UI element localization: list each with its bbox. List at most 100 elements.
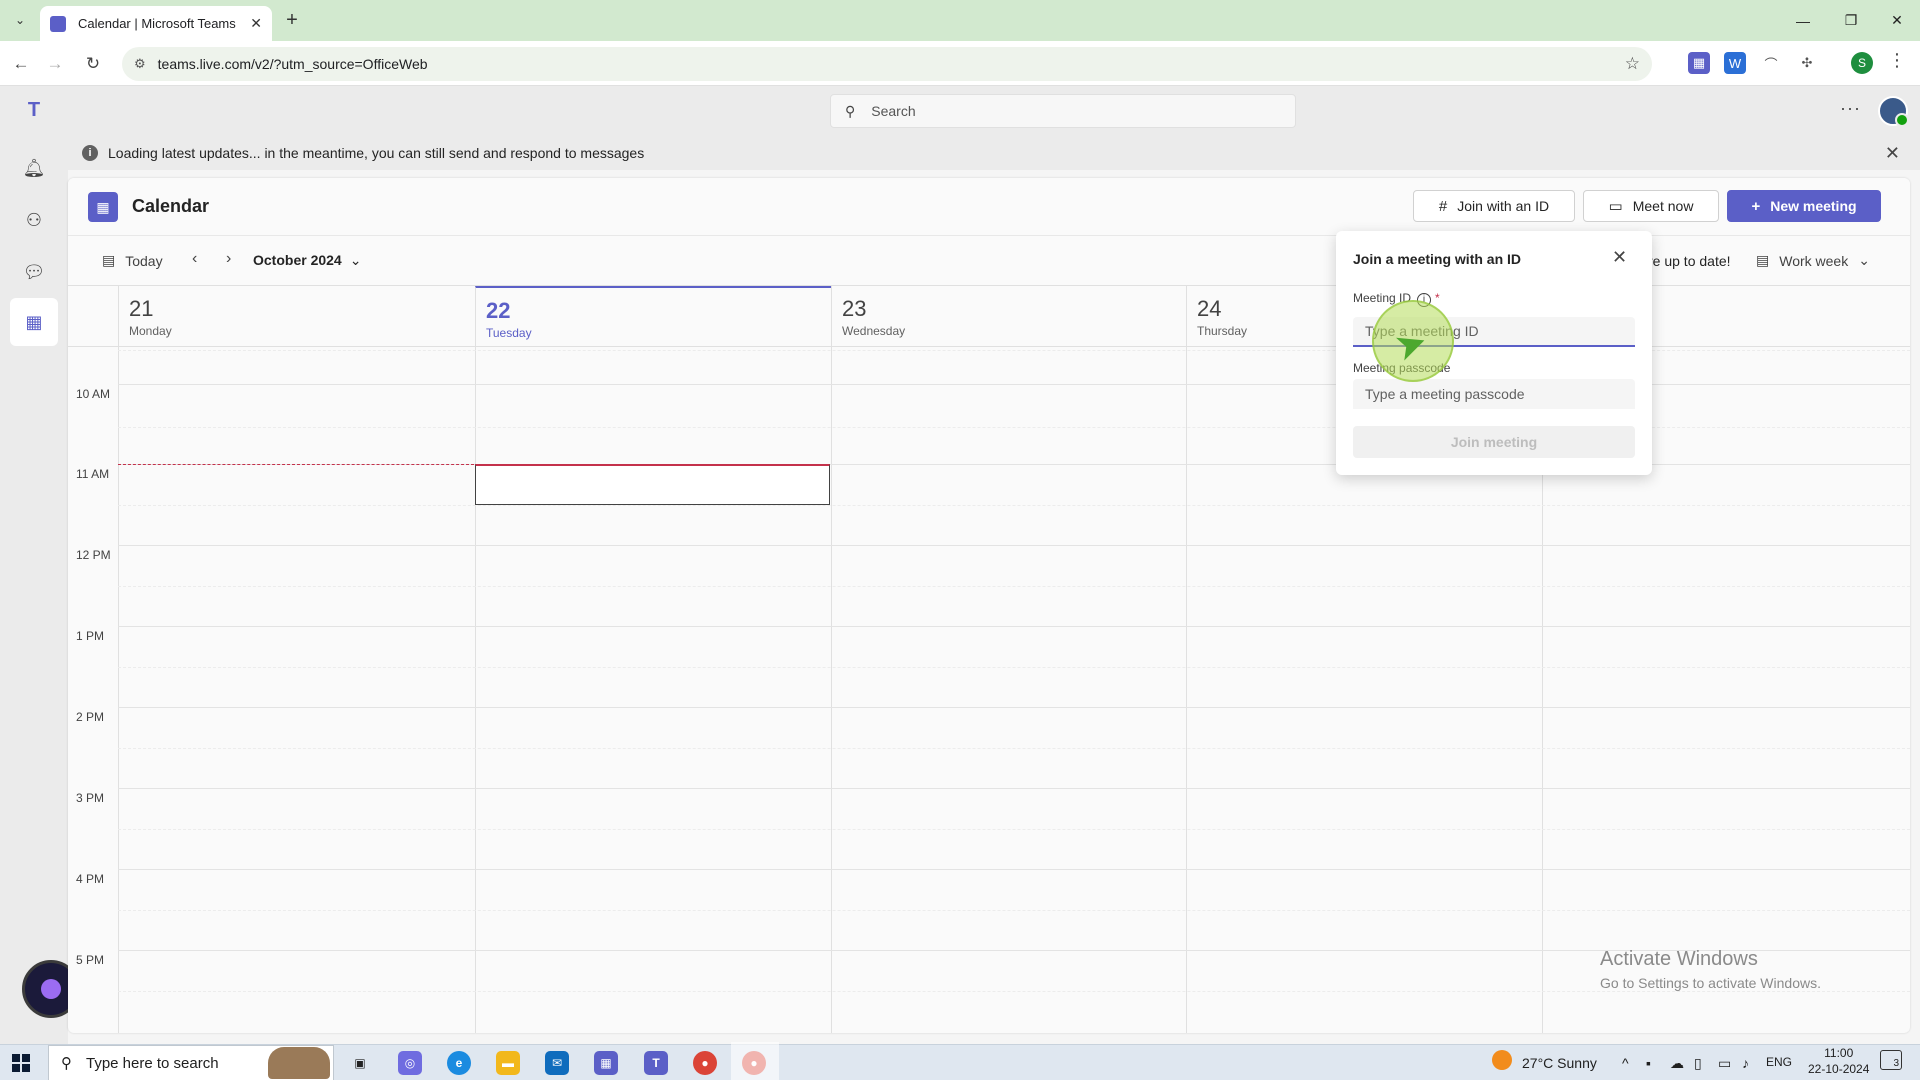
month-picker[interactable]: October 2024 ⌄ bbox=[253, 252, 361, 269]
tray-apps-icon[interactable]: ▪ bbox=[1646, 1055, 1651, 1071]
hash-icon: # bbox=[1438, 197, 1448, 215]
hour-line bbox=[118, 707, 1910, 708]
chevron-down-icon: ⌄ bbox=[1858, 252, 1870, 268]
active-app-indicator bbox=[731, 1042, 779, 1080]
view-switcher[interactable]: ▤ Work week ⌄ bbox=[1756, 252, 1870, 269]
next-week-chevron-icon[interactable]: › bbox=[226, 250, 231, 268]
half-hour-line bbox=[118, 505, 1910, 506]
join-meeting-button[interactable]: Join meeting bbox=[1353, 426, 1635, 458]
clock-time: 11:00 bbox=[1824, 1046, 1854, 1060]
popup-close-icon[interactable]: ✕ bbox=[1612, 247, 1627, 268]
teams-favicon-icon bbox=[50, 15, 66, 32]
site-settings-icon[interactable]: ⚙ bbox=[134, 56, 146, 72]
battery-icon[interactable]: ▯ bbox=[1694, 1055, 1702, 1072]
copilot-orb-icon bbox=[41, 979, 61, 999]
time-label: 12 PM bbox=[76, 548, 111, 562]
day-header-tuesday[interactable]: 22 Tuesday bbox=[475, 286, 831, 346]
edge-browser-icon[interactable]: e bbox=[447, 1051, 471, 1075]
time-label: 11 AM bbox=[76, 467, 110, 481]
banner-close-icon[interactable]: ✕ bbox=[1885, 143, 1900, 164]
search-highlight-image bbox=[268, 1047, 330, 1079]
task-view-icon[interactable]: ▣ bbox=[348, 1051, 372, 1075]
bookmark-star-icon[interactable]: ☆ bbox=[1625, 54, 1640, 74]
activity-bell-icon[interactable]: 🔔︎ bbox=[18, 152, 50, 184]
previous-week-chevron-icon[interactable]: ‹ bbox=[192, 250, 197, 268]
taskbar-clock[interactable]: 11:00 22-10-2024 bbox=[1808, 1045, 1869, 1077]
half-hour-line bbox=[118, 991, 1910, 992]
info-icon: i bbox=[82, 145, 98, 161]
weather-text[interactable]: 27°C Sunny bbox=[1522, 1055, 1597, 1071]
hour-line bbox=[118, 869, 1910, 870]
address-url[interactable]: teams.live.com/v2/?utm_source=OfficeWeb bbox=[158, 56, 428, 72]
day-name: Monday bbox=[129, 324, 172, 338]
browser-profile-avatar[interactable]: S bbox=[1851, 52, 1873, 74]
extensions-puzzle-icon[interactable]: ✣ bbox=[1796, 52, 1818, 74]
chevron-down-icon: ⌄ bbox=[349, 252, 362, 268]
column-divider bbox=[475, 347, 476, 1033]
network-icon[interactable]: ▭ bbox=[1718, 1055, 1731, 1072]
user-avatar[interactable] bbox=[1878, 96, 1909, 127]
join-with-id-button[interactable]: # Join with an ID bbox=[1413, 190, 1575, 222]
day-name: Tuesday bbox=[486, 326, 532, 340]
address-bar[interactable]: ⚙ teams.live.com/v2/?utm_source=OfficeWe… bbox=[122, 47, 1652, 81]
tray-chevron-up-icon[interactable]: ^ bbox=[1622, 1055, 1629, 1071]
tab-search-chevron-icon[interactable]: ⌄ bbox=[8, 8, 32, 32]
forward-arrow-icon[interactable]: → bbox=[42, 51, 68, 77]
extension-planner-icon[interactable]: ▦ bbox=[1688, 52, 1710, 74]
language-indicator[interactable]: ENG bbox=[1766, 1055, 1792, 1069]
day-header-monday[interactable]: 21 Monday bbox=[118, 286, 474, 346]
file-explorer-icon[interactable]: ▬ bbox=[496, 1051, 520, 1075]
new-tab-plus-icon[interactable]: + bbox=[280, 8, 304, 32]
planner-taskbar-icon[interactable]: ▦ bbox=[594, 1051, 618, 1075]
browser-toolbar: ← → ↻ ⚙ teams.live.com/v2/?utm_source=Of… bbox=[0, 41, 1920, 86]
minimize-icon[interactable]: — bbox=[1780, 0, 1826, 41]
search-icon: ⚲ bbox=[845, 102, 856, 119]
mail-icon[interactable]: ✉ bbox=[545, 1051, 569, 1075]
browser-tabstrip: ⌄ Calendar | Microsoft Teams ✕ + — ❐ ✕ bbox=[0, 0, 1920, 41]
column-divider bbox=[118, 347, 119, 1033]
browser-menu-icon[interactable]: ⋮ bbox=[1888, 50, 1906, 71]
time-label: 2 PM bbox=[76, 710, 105, 724]
teams-topbar: ⚲ Search ··· bbox=[68, 86, 1920, 136]
browser-tab-teams[interactable]: Calendar | Microsoft Teams ✕ bbox=[40, 6, 272, 41]
column-divider bbox=[1186, 347, 1187, 1033]
onedrive-icon[interactable]: ☁ bbox=[1670, 1055, 1684, 1072]
notification-center-icon[interactable]: 3 bbox=[1880, 1050, 1902, 1070]
extension-word-icon[interactable]: W bbox=[1724, 52, 1746, 74]
hour-line bbox=[118, 788, 1910, 789]
windows-taskbar: ⚲ Type here to search ▣ ◎ e ▬ ✉ ▦ T ● ● … bbox=[0, 1044, 1920, 1080]
half-hour-line bbox=[118, 829, 1910, 830]
volume-icon[interactable]: ♪ bbox=[1742, 1055, 1749, 1071]
taskbar-search-placeholder: Type here to search bbox=[86, 1054, 219, 1072]
window-close-icon[interactable]: ✕ bbox=[1874, 0, 1920, 41]
clock-date: 22-10-2024 bbox=[1808, 1062, 1870, 1076]
calendar-header: ▦ Calendar # Join with an ID ▭ Meet now … bbox=[68, 178, 1910, 236]
activate-windows-watermark: Activate Windows Go to Settings to activ… bbox=[1600, 948, 1821, 991]
teams-taskbar-icon[interactable]: T bbox=[644, 1051, 668, 1075]
chat-icon[interactable]: 💬︎ bbox=[18, 256, 50, 288]
reload-icon[interactable]: ↻ bbox=[80, 51, 106, 77]
time-label: 5 PM bbox=[76, 953, 105, 967]
more-options-icon[interactable]: ··· bbox=[1840, 98, 1861, 119]
meeting-passcode-input[interactable] bbox=[1353, 379, 1635, 409]
calendar-app-icon: ▦ bbox=[88, 192, 118, 222]
selected-time-slot[interactable] bbox=[475, 464, 830, 505]
day-header-wednesday[interactable]: 23 Wednesday bbox=[831, 286, 1187, 346]
chrome-icon[interactable]: ● bbox=[693, 1051, 717, 1075]
meet-now-button[interactable]: ▭ Meet now bbox=[1583, 190, 1719, 222]
popup-title: Join a meeting with an ID bbox=[1353, 251, 1522, 267]
back-arrow-icon[interactable]: ← bbox=[8, 51, 34, 77]
teams-logo-icon[interactable]: T bbox=[18, 94, 50, 126]
extension-arc-icon[interactable]: ⌒ bbox=[1760, 52, 1782, 74]
copilot-taskbar-icon[interactable]: ◎ bbox=[398, 1051, 422, 1075]
half-hour-line bbox=[118, 586, 1910, 587]
windows-start-icon[interactable] bbox=[12, 1054, 30, 1072]
new-meeting-button[interactable]: + New meeting bbox=[1727, 190, 1881, 222]
teams-search-box[interactable]: ⚲ Search bbox=[830, 94, 1296, 128]
today-button[interactable]: ▤ Today bbox=[102, 252, 163, 269]
communities-icon[interactable]: ⚇ bbox=[18, 204, 50, 236]
restore-icon[interactable]: ❐ bbox=[1828, 0, 1874, 41]
calendar-rail-icon[interactable]: ▦ bbox=[10, 298, 58, 346]
banner-text: Loading latest updates... in the meantim… bbox=[108, 145, 645, 161]
tab-close-icon[interactable]: ✕ bbox=[250, 15, 262, 32]
